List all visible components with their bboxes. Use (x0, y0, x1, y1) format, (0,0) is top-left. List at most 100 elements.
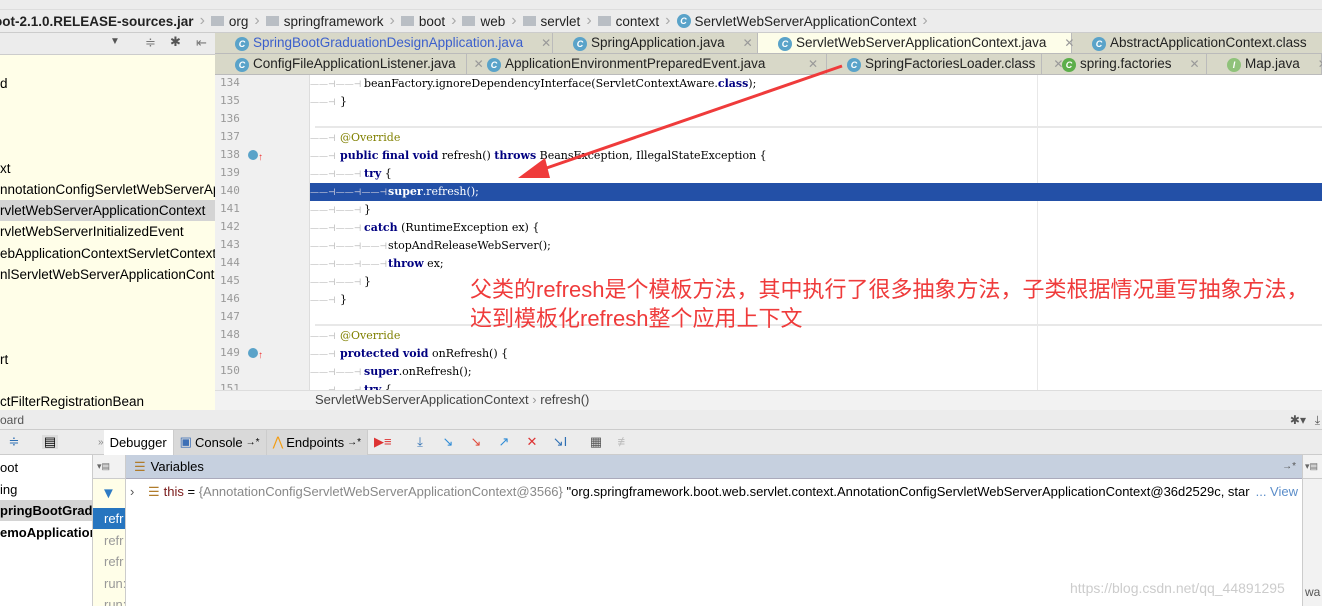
field-icon: ☰ (147, 484, 160, 499)
thread-item[interactable]: pringBootGradu (0, 500, 92, 521)
tree-item[interactable]: ctFilterRegistrationBean (0, 391, 215, 410)
stack-frame[interactable]: refr (93, 551, 125, 572)
crumb-class[interactable]: C ServletWebServerApplicationContext (671, 14, 923, 29)
pin-icon[interactable]: →* (1282, 455, 1296, 479)
code-line[interactable]: ——⊣——⊣——⊣stopAndReleaseWebServer(); (310, 237, 1322, 255)
drop-frame-icon[interactable]: ✕ (524, 435, 540, 449)
tree-item[interactable]: xt (0, 158, 215, 179)
code-token: } (340, 95, 347, 108)
editor-tab[interactable]: C SpringBootGraduationDesignApplication.j… (215, 33, 553, 53)
tree-item[interactable]: nnotationConfigServletWebServerAppl (0, 179, 215, 200)
thread-item[interactable]: emoApplication (0, 522, 92, 543)
editor-tab[interactable]: I Map.java ✕ (1207, 54, 1322, 74)
code-token: void (412, 149, 439, 162)
override-method-icon[interactable]: ↑ (248, 150, 263, 163)
hide-panel-icon[interactable]: ⇤ (196, 35, 207, 51)
stack-frame[interactable]: refr (93, 530, 125, 551)
crumb-context[interactable]: context (592, 14, 666, 29)
tree-item[interactable]: d (0, 73, 215, 94)
filter-icon[interactable]: ▼ (101, 485, 116, 502)
crumb-label: springframework (283, 13, 384, 29)
editor-tab[interactable]: C ServletWebServerApplicationContext.java… (758, 33, 1074, 53)
crumb-org[interactable]: org (205, 14, 255, 29)
show-execution-point-icon[interactable]: ▶≡ (374, 435, 392, 449)
line-number: 138 (220, 148, 240, 161)
code-line[interactable]: ——⊣——⊣ catch (RuntimeException ex) { (310, 219, 1322, 237)
close-tab-icon[interactable]: ✕ (1190, 57, 1200, 71)
frames-toggle-icon[interactable]: ▤ (42, 435, 58, 449)
code-line[interactable]: ——⊣ public final void refresh() throws Be… (310, 147, 1322, 165)
watches-menu-icon[interactable]: ▾▤ (1303, 455, 1322, 479)
close-tab-icon[interactable]: ✕ (1318, 57, 1322, 71)
code-line[interactable]: ——⊣——⊣try { (310, 165, 1322, 183)
restore-layout-icon[interactable]: ≑ (6, 435, 22, 449)
indent-guide: ——⊣ (310, 296, 336, 306)
line-number: 142 (220, 220, 240, 233)
collapse-all-icon[interactable]: ≑ (145, 35, 156, 51)
editor-crumb-class[interactable]: ServletWebServerApplicationContext (315, 392, 529, 407)
tab-label: I Map.java (1227, 56, 1300, 72)
crumb-springframework[interactable]: springframework (260, 14, 390, 29)
step-over-icon[interactable]: ⤓ (412, 435, 428, 449)
tree-item[interactable]: rvletWebServerApplicationContext (0, 200, 215, 222)
tab-endpoints[interactable]: ⋀ Endpoints →* (266, 429, 368, 455)
navigation-breadcrumb: oot-2.1.0.RELEASE-sources.jar › org › spri… (0, 10, 1322, 33)
indent-guide: ——⊣——⊣——⊣ (310, 242, 388, 252)
hide-icon[interactable]: ⤓ (1315, 410, 1320, 430)
editor-tab[interactable]: C SpringFactoriesLoader.class ✕ (827, 54, 1063, 74)
close-tab-icon[interactable]: ✕ (541, 36, 551, 50)
crumb-servlet[interactable]: servlet (517, 14, 587, 29)
editor-tab[interactable]: C SpringApplication.java ✕ (553, 33, 758, 53)
code-line[interactable]: ——⊣——⊣} (310, 201, 1322, 219)
dropdown-icon[interactable]: ▼ (110, 36, 120, 47)
expand-chevron-icon[interactable]: › (130, 484, 134, 499)
tree-item[interactable]: rt (0, 349, 215, 370)
code-line[interactable]: ——⊣——⊣ super.onRefresh(); (310, 363, 1322, 381)
step-into-icon[interactable]: ↘ (440, 435, 456, 449)
code-token: ex; (423, 257, 444, 270)
editor-tab[interactable]: C ApplicationEnvironmentPreparedEvent.jav… (467, 54, 827, 74)
evaluate-expression-icon[interactable]: ▦ (588, 435, 604, 449)
crumb-jar[interactable]: oot-2.1.0.RELEASE-sources.jar (0, 14, 200, 29)
crumb-web[interactable]: web (456, 14, 511, 29)
tab-console[interactable]: ▣ Console →* (173, 429, 267, 455)
tree-item[interactable]: nlServletWebServerApplicationContex (0, 264, 215, 285)
variable-row[interactable]: › ☰ this = {AnnotationConfigServletWebSer… (126, 483, 1302, 501)
code-line[interactable]: ——⊣——⊣——⊣super.refresh(); (310, 183, 1322, 201)
code-line[interactable]: ——⊣——⊣try { (310, 381, 1322, 390)
tab-debugger[interactable]: Debugger (103, 429, 174, 455)
editor-tab[interactable]: CAbstractApplicationContext.class✕ (1072, 33, 1322, 53)
trace-icon[interactable]: ≢ (616, 435, 632, 449)
crumb-boot[interactable]: boot (395, 14, 451, 29)
thread-item[interactable]: ing (0, 479, 92, 500)
gear-icon[interactable]: ✱ (170, 34, 181, 50)
close-tab-icon[interactable]: ✕ (808, 57, 818, 71)
close-tab-icon[interactable]: ✕ (743, 36, 753, 50)
code-line[interactable]: ——⊣ @Override (310, 129, 1322, 147)
stack-frame[interactable]: refr (93, 508, 125, 529)
editor-tab[interactable]: C ConfigFileApplicationListener.java ✕ (215, 54, 484, 74)
tree-item[interactable]: ebApplicationContextServletContextA (0, 243, 215, 264)
code-line[interactable]: ——⊣ protected void onRefresh() { (310, 345, 1322, 363)
override-method-icon[interactable]: ↑ (248, 348, 263, 361)
editor-crumb-method[interactable]: refresh() (540, 392, 589, 407)
stack-frame[interactable]: run: (93, 573, 125, 594)
code-line[interactable]: ——⊣} (310, 93, 1322, 111)
thread-item[interactable]: oot (0, 457, 92, 478)
editor-tab[interactable]: Cspring.factories ✕ (1042, 54, 1207, 74)
force-step-into-icon[interactable]: ↘ (468, 435, 484, 449)
code-token: refresh() (438, 149, 495, 162)
code-line[interactable]: ——⊣——⊣——⊣throw ex; (310, 255, 1322, 273)
tree-item[interactable]: rvletWebServerInitializedEvent (0, 221, 215, 242)
step-out-icon[interactable]: ↗ (496, 435, 512, 449)
run-to-cursor-icon[interactable]: ↘I (552, 435, 568, 449)
code-token: ); (748, 77, 757, 90)
code-line[interactable]: ——⊣——⊣ beanFactory.ignoreDependencyInterf… (310, 75, 1322, 93)
tab-text: SpringApplication.java (591, 35, 725, 50)
gear-icon[interactable]: ✱▾ (1290, 410, 1306, 430)
crumb-label: servlet (540, 13, 581, 29)
stack-frame[interactable]: run: (93, 594, 125, 606)
view-link[interactable]: ... View (1253, 483, 1298, 501)
code-editor[interactable]: ——⊣——⊣ beanFactory.ignoreDependencyInterf… (310, 75, 1322, 390)
frames-menu-icon[interactable]: ▾▤ (93, 455, 125, 479)
